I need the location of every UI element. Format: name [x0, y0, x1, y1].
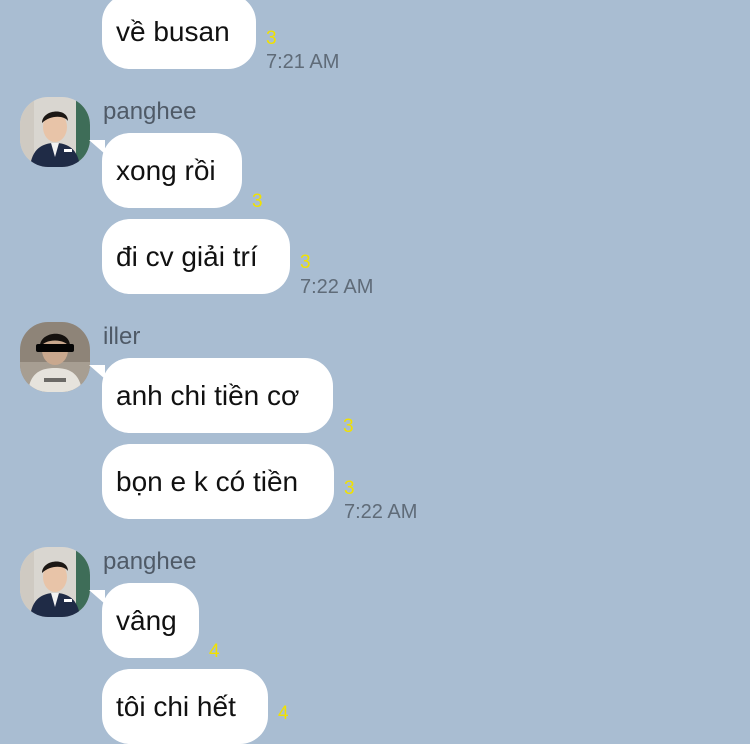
message-text: anh chi tiền cơ	[116, 379, 300, 411]
message-timestamp: 7:21 AM	[266, 51, 340, 73]
message-bubble[interactable]: xong rồi	[102, 133, 242, 208]
message-text: bọn e k có tiền	[116, 465, 299, 497]
profile-photo-icon	[20, 97, 90, 167]
profile-photo-icon	[20, 547, 90, 617]
message-text: vâng	[116, 604, 177, 636]
avatar[interactable]	[20, 97, 90, 167]
message-text: xong rồi	[116, 154, 216, 186]
message-text: về busan	[116, 15, 230, 47]
unread-count: 3	[343, 416, 354, 437]
profile-photo-icon	[20, 322, 90, 392]
message-text: tôi chi hết	[116, 690, 236, 722]
message-timestamp: 7:22 AM	[300, 276, 374, 298]
unread-count: 3	[344, 478, 355, 499]
avatar[interactable]	[20, 322, 90, 392]
unread-count: 3	[300, 252, 311, 273]
avatar[interactable]	[20, 547, 90, 617]
sender-name: iller	[103, 323, 141, 350]
unread-count: 4	[278, 703, 289, 724]
unread-count: 3	[266, 28, 277, 49]
unread-count: 3	[252, 191, 263, 212]
message-text: đi cv giải trí	[116, 240, 258, 272]
bubble-tail	[89, 140, 105, 154]
sender-name: panghee	[103, 98, 197, 125]
message-bubble[interactable]: anh chi tiền cơ	[102, 358, 333, 433]
message-bubble[interactable]: bọn e k có tiền	[102, 444, 334, 519]
message-bubble[interactable]: tôi chi hết	[102, 669, 268, 744]
chat-screen: { "messages": [ { "text": "về busan", "c…	[0, 0, 750, 744]
message-bubble[interactable]: vâng	[102, 583, 199, 658]
message-bubble[interactable]: đi cv giải trí	[102, 219, 290, 294]
message-timestamp: 7:22 AM	[344, 501, 418, 523]
sender-name: panghee	[103, 548, 197, 575]
unread-count: 4	[209, 641, 220, 662]
message-bubble[interactable]: về busan	[102, 0, 256, 69]
bubble-tail	[89, 590, 105, 604]
bubble-tail	[89, 365, 105, 379]
